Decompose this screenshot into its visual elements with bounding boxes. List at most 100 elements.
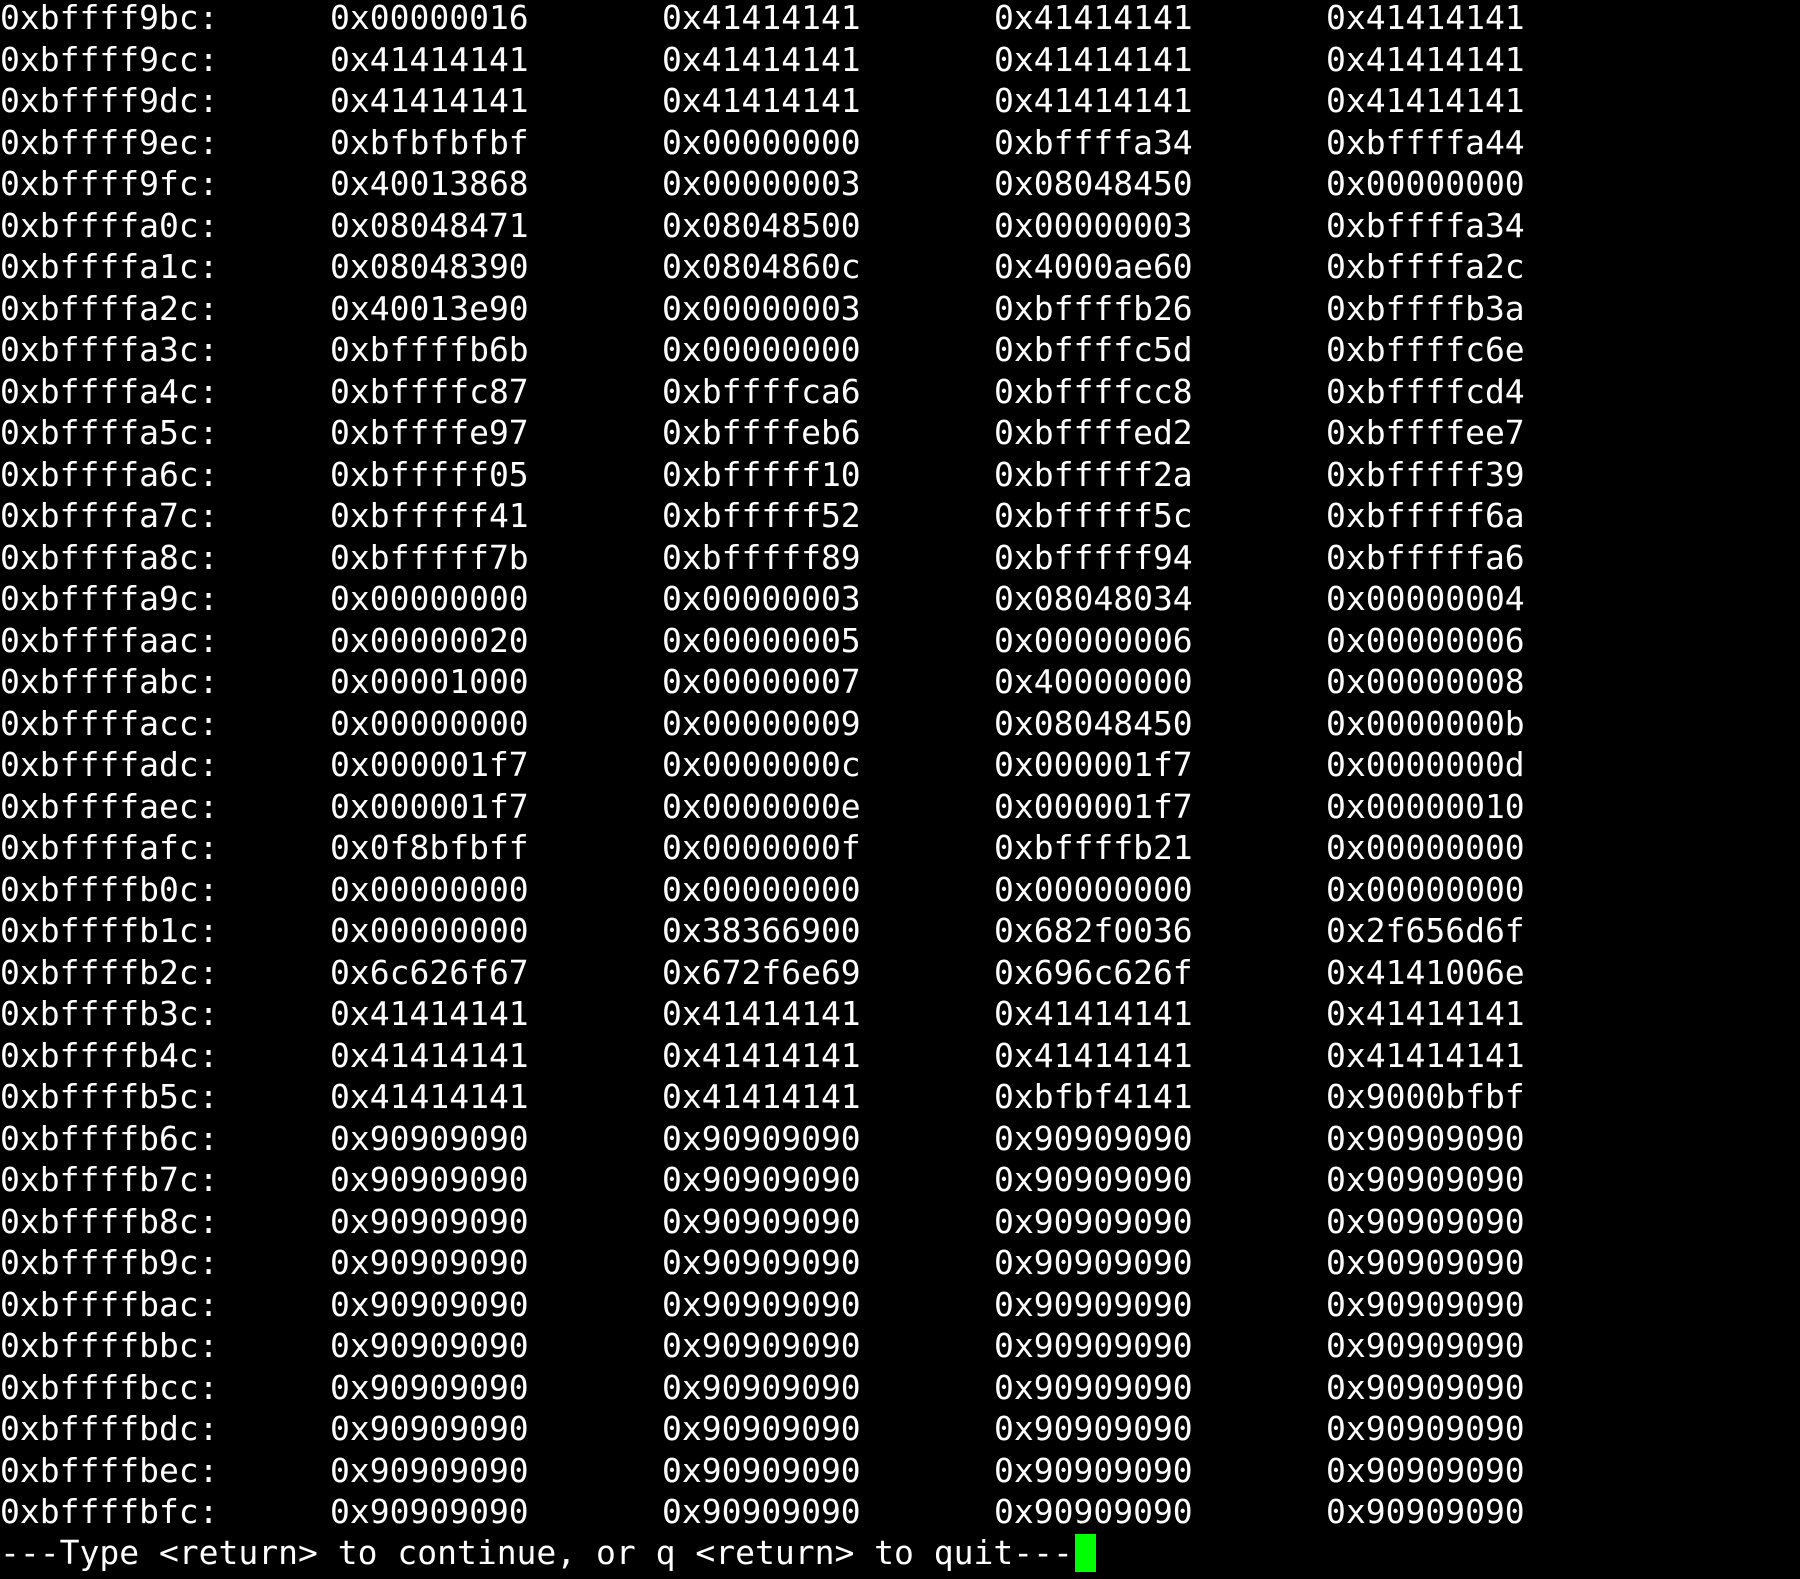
memory-word: 0x00000005 [662,620,861,660]
memory-word: 0x40000000 [994,662,1193,701]
memory-word: 0x40013e90 [330,288,529,328]
memory-word: 0x08048450 [994,703,1193,743]
memory-word: 0x00000016 [330,0,529,37]
memory-word: 0x90909090 [994,1243,1193,1282]
memory-address: 0xbffff9dc: [0,81,219,120]
memory-word: 0xbfffff94 [994,537,1193,577]
memory-word: 0x4141006e [1326,952,1525,992]
memory-word: 0x41414141 [330,994,529,1033]
memory-word: 0x90909090 [994,1284,1193,1324]
memory-word: 0x00000003 [662,579,861,618]
memory-word: 0xbffffa34 [994,122,1193,162]
memory-word: 0x0000000d [1326,745,1525,784]
memory-word: 0x40013868 [330,164,529,203]
memory-word: 0x0000000b [1326,703,1525,743]
memory-address: 0xbffffabc: [0,662,219,701]
memory-address: 0xbffffa9c: [0,579,219,618]
memory-word: 0xbfffff89 [662,537,861,577]
memory-word: 0x0804860c [662,247,861,286]
memory-word: 0xbffffa2c [1326,247,1525,286]
memory-address: 0xbffffb1c: [0,911,219,950]
memory-word: 0x41414141 [1326,81,1525,120]
memory-word: 0x90909090 [330,1160,529,1199]
memory-word: 0x00000008 [1326,662,1525,701]
memory-word: 0x41414141 [662,994,861,1033]
memory-word: 0x90909090 [662,1201,861,1241]
memory-address: 0xbffffbcc: [0,1367,219,1407]
memory-word: 0x000001f7 [994,786,1193,826]
memory-address: 0xbffffa8c: [0,537,219,577]
memory-word: 0xbffffc6e [1326,330,1525,369]
memory-address: 0xbffffb6c: [0,1118,219,1158]
memory-word: 0xbffffc5d [994,330,1193,369]
memory-word: 0xbffffcc8 [994,371,1193,411]
memory-word: 0x00000000 [330,703,529,743]
memory-address: 0xbffffbac: [0,1284,219,1324]
memory-word: 0x90909090 [330,1201,529,1241]
memory-word: 0xbffffc87 [330,371,529,411]
memory-address: 0xbffffaac: [0,620,219,660]
memory-address: 0xbffffa3c: [0,330,219,369]
memory-word: 0x08048500 [662,205,861,245]
memory-word: 0x90909090 [662,1450,861,1490]
memory-word: 0x90909090 [662,1492,861,1531]
memory-word: 0x41414141 [994,0,1193,37]
memory-word: 0x41414141 [1326,0,1525,37]
memory-word: 0xbffffeb6 [662,413,861,452]
memory-address: 0xbffffbec: [0,1450,219,1490]
memory-word: 0xbfffff5c [994,496,1193,535]
memory-word: 0x00000000 [330,579,529,618]
memory-word: 0x90909090 [1326,1118,1525,1158]
memory-word: 0x00000006 [994,620,1193,660]
memory-word: 0x90909090 [1326,1160,1525,1199]
pager-prompt-line[interactable]: ---Type <return> to continue, or q <retu… [0,1530,1096,1575]
memory-word: 0x41414141 [1326,39,1525,79]
memory-word: 0x00000007 [662,662,861,701]
pager-prompt: ---Type <return> to continue, or q <retu… [0,1533,1073,1572]
memory-word: 0xbfffff39 [1326,454,1525,494]
memory-word: 0x90909090 [994,1492,1193,1531]
memory-word: 0x41414141 [662,81,861,120]
memory-word: 0x90909090 [330,1450,529,1490]
memory-word: 0x000001f7 [994,745,1193,784]
memory-word: 0xbffffb3a [1326,288,1525,328]
memory-address: 0xbffff9fc: [0,164,219,203]
memory-word: 0x90909090 [1326,1284,1525,1324]
memory-word: 0x00000000 [330,869,529,909]
memory-word: 0x90909090 [994,1118,1193,1158]
memory-word: 0x41414141 [994,39,1193,79]
memory-word: 0x672f6e69 [662,952,861,992]
memory-address: 0xbffffb4c: [0,1035,219,1075]
memory-word: 0x90909090 [994,1409,1193,1448]
memory-address: 0xbffffaec: [0,786,219,826]
memory-word: 0xbffffb21 [994,828,1193,867]
memory-address: 0xbffffa4c: [0,371,219,411]
memory-word: 0xbfffff52 [662,496,861,535]
memory-word: 0x00000010 [1326,786,1525,826]
memory-address: 0xbffffb8c: [0,1201,219,1241]
memory-word: 0xbffffb26 [994,288,1193,328]
memory-word: 0x90909090 [662,1160,861,1199]
memory-word: 0x00001000 [330,662,529,701]
memory-word: 0x0000000f [662,828,861,867]
memory-word: 0x0f8bfbff [330,828,529,867]
terminal-window[interactable]: 0xbffff9bc: 0x00000016 0x41414141 0x4141414… [0,0,1800,1579]
memory-address: 0xbffff9bc: [0,0,219,37]
memory-word: 0x41414141 [994,81,1193,120]
memory-word: 0x00000003 [662,288,861,328]
memory-address: 0xbffffb9c: [0,1243,219,1282]
memory-word: 0x41414141 [1326,994,1525,1033]
memory-word: 0x90909090 [1326,1492,1525,1531]
memory-word: 0x00000000 [1326,164,1525,203]
memory-word: 0xbffffb6b [330,330,529,369]
memory-address: 0xbffffa5c: [0,413,219,452]
memory-word: 0x38366900 [662,911,861,950]
memory-word: 0x2f656d6f [1326,911,1525,950]
memory-word: 0x90909090 [994,1201,1193,1241]
memory-word: 0x41414141 [330,1077,529,1116]
memory-word: 0x000001f7 [330,786,529,826]
memory-word: 0x00000000 [1326,828,1525,867]
memory-word: 0x6c626f67 [330,952,529,992]
memory-address: 0xbffffb3c: [0,994,219,1033]
memory-word: 0x90909090 [1326,1450,1525,1490]
